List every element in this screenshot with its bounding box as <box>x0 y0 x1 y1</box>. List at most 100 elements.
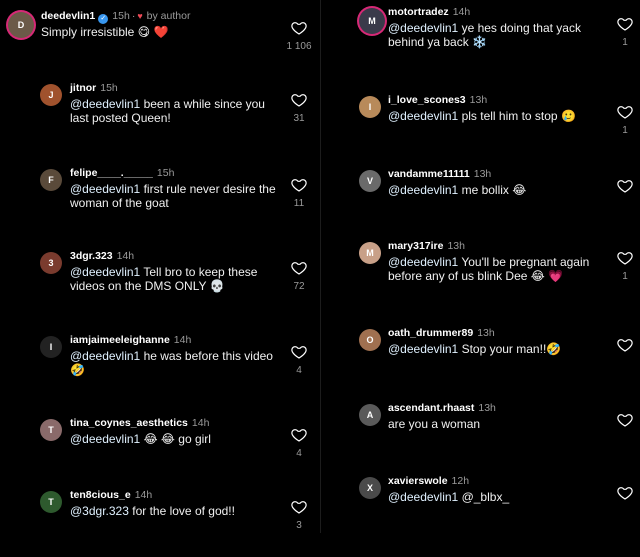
comment-body: Stop your man!!🤣 <box>458 342 562 356</box>
username-link[interactable]: mary317ire <box>388 240 443 252</box>
avatar[interactable]: O <box>359 329 381 351</box>
username-link[interactable]: oath_drummer89 <box>388 327 473 339</box>
like-count: 1 <box>622 37 628 48</box>
mention-link[interactable]: @deedevlin1 <box>388 21 458 35</box>
like-count: 11 <box>293 198 305 209</box>
like-count: 72 <box>293 281 305 292</box>
mention-link[interactable]: @deedevlin1 <box>70 349 140 363</box>
mention-link[interactable]: @deedevlin1 <box>388 109 458 123</box>
mention-link[interactable]: @deedevlin1 <box>70 265 140 279</box>
avatar[interactable]: I <box>40 336 62 358</box>
username-link[interactable]: deedevlin1 <box>41 10 95 22</box>
comment-meta: ten8cious_e 14h <box>70 489 152 502</box>
comment: Iiamjaimeeleighanne 14h @deedevlin1 he was… <box>0 332 318 402</box>
avatar[interactable]: I <box>359 96 381 118</box>
username-link[interactable]: ascendant.rhaast <box>388 402 474 414</box>
username-link[interactable]: motortradez <box>388 6 449 18</box>
avatar[interactable]: V <box>359 170 381 192</box>
comment-body: pls tell him to stop 🥲 <box>458 109 576 123</box>
mention-link[interactable]: @deedevlin1 <box>70 97 140 111</box>
avatar[interactable]: F <box>40 169 62 191</box>
like-count: 3 <box>296 520 302 531</box>
like-heart-icon[interactable] <box>291 344 307 360</box>
comment-text: @deedevlin1 first rule never desire the … <box>70 182 285 210</box>
like-heart-icon[interactable] <box>617 250 633 266</box>
comment-text: @deedevlin1 You'll be pregnant again bef… <box>388 255 618 283</box>
avatar[interactable]: T <box>40 491 62 513</box>
comment: 3 3dgr.323 14h @deedevlin1 Tell bro to keep… <box>0 248 318 318</box>
comment-body: Simply irresistible 😋 ❤️ <box>41 25 169 39</box>
avatar[interactable]: M <box>359 242 381 264</box>
separator: · <box>131 10 136 22</box>
comment-meta: jitnor 15h <box>70 82 118 95</box>
comment-text: @deedevlin1 😂 😂 go girl <box>70 432 285 446</box>
like-heart-icon[interactable] <box>617 337 633 353</box>
timestamp: 13h <box>473 168 492 180</box>
avatar[interactable]: 3 <box>40 252 62 274</box>
username-link[interactable]: iamjaimeeleighanne <box>70 334 170 346</box>
comment: Jjitnor 15h @deedevlin1 been a while since… <box>0 80 318 150</box>
like-heart-icon[interactable] <box>291 260 307 276</box>
comments-column-right: Mmotortradez 14h @deedevlin1 ye hes doing … <box>320 0 640 533</box>
comment-body: are you a woman <box>388 417 481 431</box>
like-heart-icon[interactable] <box>291 92 307 108</box>
username-link[interactable]: ten8cious_e <box>70 489 131 501</box>
comment: Tten8cious_e 14h @3dgr.323 for the love of… <box>0 487 318 557</box>
comment-meta: ascendant.rhaast 13h <box>388 402 496 415</box>
comment-meta: vandamme11111 13h <box>388 168 491 181</box>
like-heart-icon[interactable] <box>617 412 633 428</box>
like-heart-icon[interactable] <box>291 20 307 36</box>
like-heart-icon[interactable] <box>617 178 633 194</box>
avatar[interactable]: X <box>359 477 381 499</box>
like-count: 1 106 <box>286 41 312 52</box>
comment-text: @deedevlin1 pls tell him to stop 🥲 <box>388 109 618 123</box>
comment-text: @3dgr.323 for the love of god!! <box>70 504 285 518</box>
comment-meta: oath_drummer89 13h <box>388 327 495 340</box>
mention-link[interactable]: @3dgr.323 <box>70 504 129 518</box>
comment-text: @deedevlin1 @_blbx_ <box>388 490 618 504</box>
mention-link[interactable]: @deedevlin1 <box>388 490 458 504</box>
comments-column-left: Ddeedevlin1 ✓ 15h · ♥ by author Simply irresis… <box>0 0 320 533</box>
username-link[interactable]: 3dgr.323 <box>70 250 113 262</box>
timestamp: 14h <box>134 489 153 501</box>
mention-link[interactable]: @deedevlin1 <box>388 342 458 356</box>
timestamp: 14h <box>173 334 192 346</box>
comment-text: @deedevlin1 ye hes doing that yack behin… <box>388 21 618 49</box>
comment-text: @deedevlin1 me bollix 😂 <box>388 183 618 197</box>
avatar[interactable]: A <box>359 404 381 426</box>
avatar[interactable]: D <box>8 12 34 38</box>
mention-link[interactable]: @deedevlin1 <box>388 255 458 269</box>
avatar[interactable]: M <box>359 8 385 34</box>
mention-link[interactable]: @deedevlin1 <box>70 432 140 446</box>
username-link[interactable]: felipe____._____ <box>70 167 153 179</box>
username-link[interactable]: vandamme11111 <box>388 168 470 180</box>
like-heart-icon[interactable] <box>617 104 633 120</box>
username-link[interactable]: i_love_scones3 <box>388 94 466 106</box>
timestamp: 13h <box>447 240 465 252</box>
comment: Vvandamme11111 13h @deedevlin1 me bollix 😂 <box>321 166 639 236</box>
like-heart-icon[interactable] <box>617 485 633 501</box>
comment-text: are you a woman <box>388 417 618 431</box>
avatar[interactable]: J <box>40 84 62 106</box>
comment-text: @deedevlin1 been a while since you last … <box>70 97 285 125</box>
comment-meta: felipe____._____ 15h <box>70 167 174 180</box>
comment-meta: deedevlin1 ✓ 15h · ♥ by author <box>41 10 190 24</box>
username-link[interactable]: jitnor <box>70 82 96 94</box>
comment-body: 😂 😂 go girl <box>140 432 211 446</box>
username-link[interactable]: tina_coynes_aesthetics <box>70 417 188 429</box>
mention-link[interactable]: @deedevlin1 <box>388 183 458 197</box>
comment-meta: xavierswole 12h <box>388 475 469 488</box>
like-heart-icon[interactable] <box>291 499 307 515</box>
comment-body: me bollix 😂 <box>458 183 527 197</box>
comment: Ddeedevlin1 ✓ 15h · ♥ by author Simply irresis… <box>0 8 318 78</box>
comment: Mmotortradez 14h @deedevlin1 ye hes doing … <box>321 4 639 74</box>
like-heart-icon[interactable] <box>617 16 633 32</box>
comment-body: for the love of god!! <box>128 504 235 518</box>
like-heart-icon[interactable] <box>291 427 307 443</box>
like-heart-icon[interactable] <box>291 177 307 193</box>
timestamp: 13h <box>469 94 488 106</box>
like-count: 1 <box>622 125 628 136</box>
username-link[interactable]: xavierswole <box>388 475 448 487</box>
avatar[interactable]: T <box>40 419 62 441</box>
mention-link[interactable]: @deedevlin1 <box>70 182 140 196</box>
